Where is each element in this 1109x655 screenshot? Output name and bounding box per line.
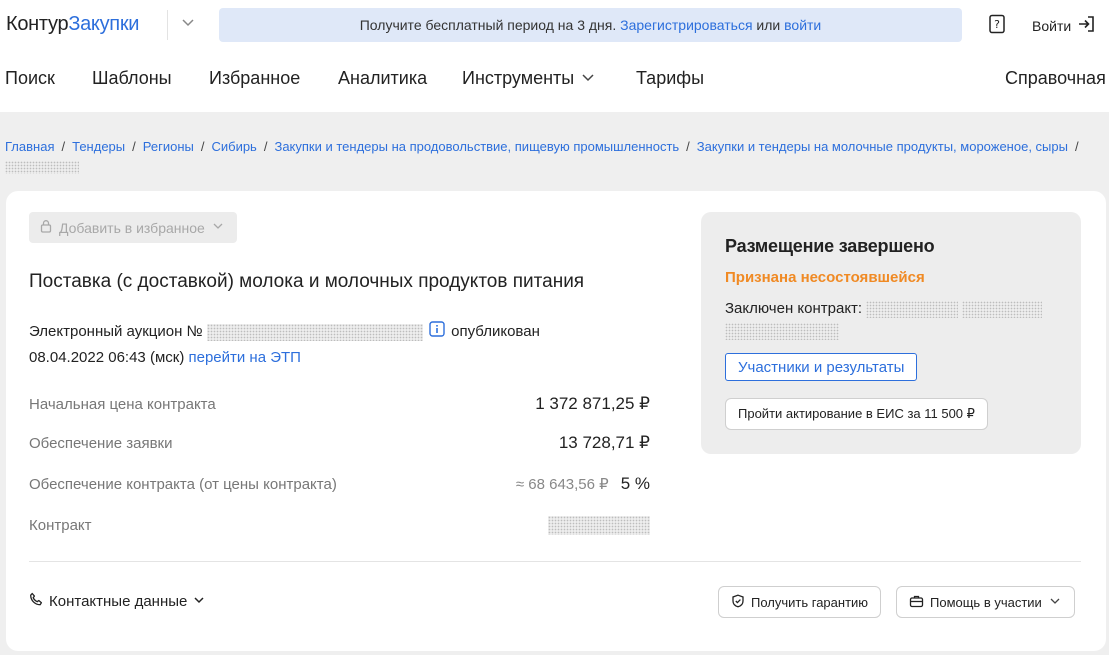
login-arrow-icon bbox=[1077, 15, 1095, 36]
auction-prefix: Электронный аукцион № bbox=[29, 323, 203, 340]
phone-icon bbox=[29, 592, 44, 611]
lock-icon bbox=[39, 219, 53, 236]
breadcrumb-separator: / bbox=[61, 139, 66, 154]
start-price-label: Начальная цена контракта bbox=[29, 395, 216, 413]
info-icon[interactable] bbox=[429, 320, 445, 345]
contract-row: Контракт bbox=[29, 513, 650, 537]
breadcrumb-siberia[interactable]: Сибирь bbox=[211, 139, 256, 154]
breadcrumb-home[interactable]: Главная bbox=[5, 139, 54, 154]
auction-info: Электронный аукцион № опубликован 08.04.… bbox=[29, 319, 589, 370]
nav-item-tools-label: Инструменты bbox=[462, 68, 575, 88]
shield-icon bbox=[731, 594, 745, 611]
tender-title: Поставка (с доставкой) молока и молочных… bbox=[29, 271, 585, 292]
contract-concluded-label: Заключен контракт: bbox=[725, 300, 863, 317]
contacts-toggle[interactable]: Контактные данные bbox=[29, 592, 206, 611]
get-guarantee-label: Получить гарантию bbox=[751, 594, 869, 610]
chevron-down-icon bbox=[192, 593, 206, 611]
logo-kontur-text: Контур bbox=[6, 13, 69, 35]
add-to-favorites-button[interactable]: Добавить в избранное bbox=[29, 212, 237, 243]
svg-text:?: ? bbox=[994, 18, 1000, 31]
contract-extra-redacted bbox=[725, 322, 839, 340]
breadcrumb-current-redacted bbox=[5, 161, 79, 175]
contacts-label: Контактные данные bbox=[49, 593, 188, 610]
login-label: Войти bbox=[1032, 17, 1072, 34]
kontur-zakupki-logo[interactable]: КонтурЗакупки bbox=[6, 13, 139, 36]
nav-item-tools[interactable]: Инструменты bbox=[462, 68, 596, 90]
chevron-down-icon bbox=[211, 219, 225, 236]
published-date: 08.04.2022 06:43 (мск) bbox=[29, 348, 185, 366]
nav-item-templates[interactable]: Шаблоны bbox=[92, 68, 172, 89]
participation-help-label: Помощь в участии bbox=[930, 594, 1042, 610]
breadcrumb-separator: / bbox=[1074, 139, 1079, 154]
promo-text: Получите бесплатный период на 3 дня. bbox=[359, 17, 617, 33]
status-panel: Размещение завершено Признана несостоявш… bbox=[701, 212, 1081, 454]
tender-card: Добавить в избранное Поставка (с доставк… bbox=[6, 191, 1106, 651]
briefcase-icon bbox=[909, 594, 924, 611]
chevron-down-icon[interactable] bbox=[180, 14, 196, 30]
breadcrumb-tenders[interactable]: Тендеры bbox=[72, 139, 125, 154]
auction-number-redacted bbox=[206, 323, 423, 341]
status-badge: Признана несостоявшейся bbox=[725, 269, 925, 286]
breadcrumb-regions[interactable]: Регионы bbox=[143, 139, 194, 154]
help-book-icon[interactable]: ? bbox=[988, 14, 1006, 34]
get-guarantee-button[interactable]: Получить гарантию bbox=[718, 586, 882, 618]
etp-link[interactable]: перейти на ЭТП bbox=[188, 349, 300, 366]
promo-banner: Получите бесплатный период на 3 дня. Зар… bbox=[219, 8, 962, 42]
nav-item-favorites[interactable]: Избранное bbox=[209, 68, 300, 89]
contract-security-label: Обеспечение контракта (от цены контракта… bbox=[29, 475, 337, 493]
published-label: опубликован bbox=[451, 323, 540, 340]
nav-item-analytics[interactable]: Аналитика bbox=[338, 68, 427, 89]
card-divider bbox=[29, 561, 1081, 562]
contract-security-approx: ≈ 68 643,56 ₽ bbox=[515, 476, 609, 493]
contract-concluded-info: Заключен контракт: bbox=[725, 298, 1065, 342]
contract-security-row: Обеспечение контракта (от цены контракта… bbox=[29, 472, 650, 496]
eis-actuation-button[interactable]: Пройти актирование в ЕИС за 11 500 ₽ bbox=[725, 398, 988, 430]
nav-item-tariffs[interactable]: Тарифы bbox=[636, 68, 704, 89]
logo-zakupki-text: Закупки bbox=[68, 13, 140, 35]
logo-divider bbox=[167, 10, 168, 40]
breadcrumb-separator: / bbox=[263, 139, 268, 154]
promo-or-text: или bbox=[756, 17, 781, 33]
bid-security-label: Обеспечение заявки bbox=[29, 434, 173, 452]
breadcrumb-separator: / bbox=[200, 139, 205, 154]
contract-security-percent: 5 % bbox=[620, 474, 650, 493]
breadcrumb-separator: / bbox=[686, 139, 690, 154]
promo-login-link[interactable]: войти bbox=[784, 17, 821, 33]
breadcrumb-dairy[interactable]: Закупки и тендеры на молочные продукты, … bbox=[697, 139, 1068, 154]
register-link[interactable]: Зарегистрироваться bbox=[620, 17, 752, 33]
breadcrumb: Главная / Тендеры / Регионы / Сибирь / Закупки и… bbox=[5, 137, 1105, 177]
start-price-value: 1 372 871,25 ₽ bbox=[535, 394, 650, 413]
breadcrumb-separator: / bbox=[132, 139, 136, 154]
site-header: КонтурЗакупки Получите бесплатный период… bbox=[0, 0, 1109, 112]
contract-label: Контракт bbox=[29, 516, 92, 534]
participation-help-button[interactable]: Помощь в участии bbox=[896, 586, 1075, 618]
bid-security-row: Обеспечение заявки 13 728,71 ₽ bbox=[29, 431, 650, 455]
contract-security-values: ≈ 68 643,56 ₽ 5 % bbox=[516, 474, 650, 494]
breadcrumb-food-industry[interactable]: Закупки и тендеры на продовольствие, пищ… bbox=[274, 139, 679, 154]
nav-item-help[interactable]: Справочная bbox=[1005, 68, 1106, 89]
add-to-favorites-label: Добавить в избранное bbox=[59, 219, 205, 236]
participants-results-button[interactable]: Участники и результаты bbox=[725, 353, 918, 381]
placement-status-title: Размещение завершено bbox=[725, 236, 935, 256]
chevron-down-icon bbox=[580, 69, 596, 90]
nav-item-search[interactable]: Поиск bbox=[5, 68, 55, 89]
start-price-row: Начальная цена контракта 1 372 871,25 ₽ bbox=[29, 392, 650, 416]
contract-date-redacted bbox=[962, 300, 1043, 318]
contract-value-redacted bbox=[548, 515, 650, 535]
chevron-down-icon bbox=[1048, 594, 1062, 611]
bid-security-value: 13 728,71 ₽ bbox=[558, 433, 650, 452]
login-button[interactable]: Войти bbox=[1032, 15, 1095, 36]
contract-number-redacted bbox=[866, 300, 959, 318]
